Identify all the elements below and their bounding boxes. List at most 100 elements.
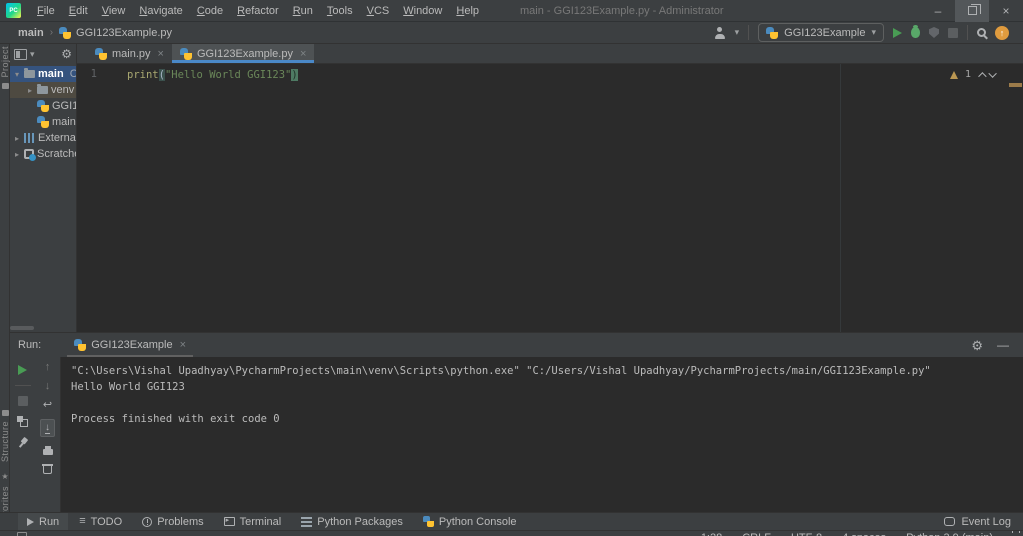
update-available-icon[interactable]: ↑ [995,26,1009,40]
structure-icon [2,410,9,416]
previous-problem-icon[interactable] [978,72,986,80]
menu-item[interactable]: Navigate [132,0,189,22]
run-configuration-select[interactable]: GGI123Example ▾ [758,23,884,42]
project-view-icon[interactable] [14,49,27,60]
user-avatar-icon[interactable] [714,27,726,39]
project-tree-item[interactable]: main.py [10,114,76,130]
close-icon[interactable]: × [300,48,306,60]
tool-window-label: Run [39,516,59,528]
soft-wrap-icon[interactable]: ↩ [43,400,52,411]
rail-project-button[interactable]: Project [0,46,10,89]
scroll-to-end-button[interactable]: ↓ [40,419,55,437]
chevron-down-icon[interactable]: ▾ [30,49,35,60]
menu-item[interactable]: Help [449,0,486,22]
project-tree-item[interactable]: GGI123Example.py [10,98,76,114]
debug-button[interactable] [911,27,920,38]
tool-window-button[interactable]: Terminal [215,513,291,531]
horizontal-scrollbar[interactable] [10,326,34,330]
title-bar: PC File Edit View Navigate Code Refactor… [0,0,1023,22]
run-panel-header: Run: GGI123Example × ⚙ — [10,333,1023,357]
tree-chevron-icon[interactable]: ▸ [26,86,34,95]
menu-item[interactable]: Window [396,0,449,22]
hide-panel-icon[interactable]: — [997,338,1009,352]
tree-item-label: GGI123Example.py [52,100,76,112]
event-log-button[interactable]: Event Log [944,516,1011,528]
run-panel-title: Run: [18,339,41,351]
console-line: Process finished with exit code 0 [71,411,1013,427]
project-tree-item[interactable]: ▸ Scratches and Consoles [10,146,76,162]
menu-item[interactable]: View [95,0,133,22]
gear-icon[interactable]: ⚙ [61,48,72,60]
menu-item[interactable]: Edit [62,0,95,22]
error-stripe-mark[interactable] [1009,83,1022,87]
close-icon[interactable]: × [158,48,164,60]
menu-item[interactable]: Tools [320,0,360,22]
tool-window-button[interactable]: Problems [133,513,212,531]
restore-icon [968,6,977,15]
status-item[interactable]: UTF-8 [791,532,822,536]
bottom-tabs: Run TODO Problems Terminal Python Packag… [18,513,526,531]
status-corner-icon[interactable] [17,532,27,536]
rail-structure-button[interactable]: Structure [0,410,10,462]
pin-tab-icon[interactable] [14,435,30,451]
search-everywhere-icon[interactable] [977,28,986,37]
run-panel-tab[interactable]: GGI123Example × [67,333,193,357]
maximize-button[interactable] [955,0,989,22]
tree-item-icon [24,149,34,159]
editor-tab-label: GGI123Example.py [197,48,293,60]
next-problem-icon[interactable] [988,69,996,77]
stop-button[interactable] [948,28,958,38]
toolbar-separator [748,25,749,40]
menu-item[interactable]: File [30,0,62,22]
tool-window-icon [301,517,312,527]
gear-icon[interactable]: ⚙ [971,339,983,352]
clear-console-icon[interactable] [43,466,52,474]
status-item[interactable]: 4 spaces [842,532,886,536]
status-items: 1:28 CRLF UTF-8 4 spaces Python 3.9 (main) [701,532,993,536]
project-tree-item[interactable]: ▾ main C:\Users\Vishal Upadhyay\PycharmP… [10,66,76,82]
print-icon[interactable] [43,449,53,455]
tool-window-button[interactable]: Run [18,513,68,531]
python-file-icon [95,48,107,60]
menu-item[interactable]: Run [286,0,320,22]
close-icon[interactable]: × [180,339,186,351]
coverage-button[interactable] [929,27,939,38]
rail-project-label: Project [0,46,10,78]
tool-window-button[interactable]: Python Packages [292,513,412,531]
stop-process-button[interactable] [18,396,28,406]
tool-window-label: Python Console [439,516,517,528]
tool-window-button[interactable]: TODO [70,513,131,531]
minimize-button[interactable]: – [921,0,955,22]
down-stacktrace-icon[interactable]: ↓ [45,381,51,392]
window-title: main - GGI123Example.py - Administrator [520,5,724,17]
breadcrumb-file[interactable]: GGI123Example.py [76,27,172,39]
code-line[interactable]: print("Hello World GGI123") [127,68,298,82]
chevron-down-icon[interactable]: ▾ [735,27,740,38]
tree-item-label: main.py [52,116,76,128]
tree-chevron-icon[interactable]: ▸ [13,134,21,143]
project-tree-item[interactable]: ▸ External Libraries [10,130,76,146]
tool-window-button[interactable]: Python Console [414,513,526,531]
status-item[interactable]: CRLF [742,532,771,536]
up-stacktrace-icon[interactable]: ↑ [45,362,51,373]
menu-item[interactable]: Refactor [230,0,286,22]
breadcrumb-project[interactable]: main [18,27,44,39]
project-tree-item[interactable]: ▸ venv [10,82,76,98]
tree-item-icon [37,86,48,94]
menu-item[interactable]: VCS [360,0,397,22]
run-button[interactable] [893,28,902,38]
editor-tab[interactable]: main.py × [87,44,172,63]
rerun-button[interactable] [18,365,27,375]
menu-item[interactable]: Code [190,0,230,22]
code-editor[interactable]: 1 print("Hello World GGI123") 1 [77,64,1023,332]
tree-chevron-icon[interactable]: ▸ [13,150,21,159]
close-button[interactable]: × [989,0,1023,22]
tree-chevron-icon[interactable]: ▾ [13,70,21,79]
restore-layout-icon[interactable] [17,416,28,427]
run-console-output[interactable]: "C:\Users\Vishal Upadhyay\PycharmProject… [60,357,1023,512]
status-item[interactable]: 1:28 [701,532,722,536]
pycharm-logo-icon: PC [6,3,21,18]
status-item[interactable]: Python 3.9 (main) [906,532,993,536]
tree-item-icon [24,133,35,143]
editor-tab[interactable]: GGI123Example.py × [172,44,314,63]
